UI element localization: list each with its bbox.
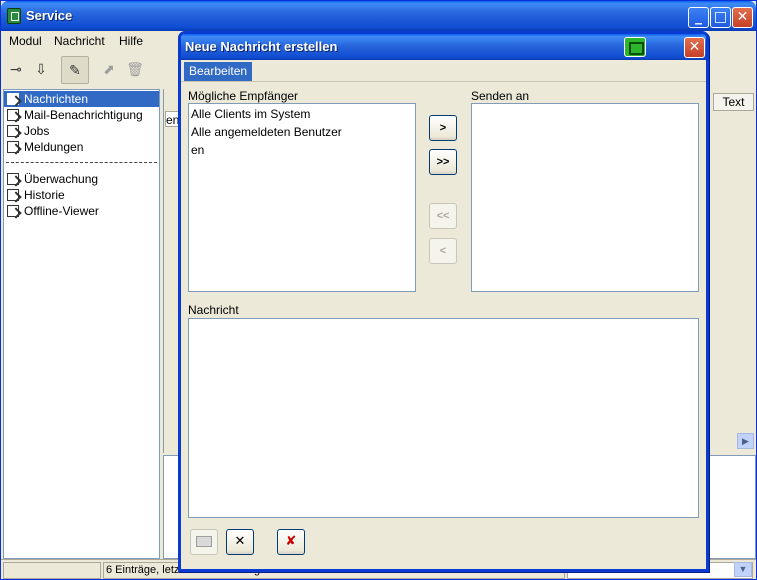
module-icon bbox=[7, 189, 19, 201]
send-to-label: Senden an bbox=[471, 89, 530, 103]
send-message-button[interactable] bbox=[190, 529, 218, 555]
tree-item-historie[interactable]: Historie bbox=[4, 187, 159, 203]
tree-item-nachrichten[interactable]: Nachrichten bbox=[4, 91, 159, 107]
tree-item-meldungen[interactable]: Meldungen bbox=[4, 139, 159, 155]
tree-item-mail[interactable]: Mail-Benachrichtigung bbox=[4, 107, 159, 123]
module-icon bbox=[7, 125, 19, 137]
cross-icon: ✕ bbox=[234, 534, 246, 549]
close-button[interactable]: ✕ bbox=[732, 7, 753, 28]
module-icon bbox=[7, 205, 19, 217]
delete-icon: ✘ bbox=[285, 534, 297, 549]
menu-nachricht[interactable]: Nachricht bbox=[54, 34, 105, 48]
remove-all-recipients-button[interactable]: << bbox=[429, 203, 457, 229]
app-icon bbox=[7, 8, 21, 24]
dialog-close-button[interactable]: ✕ bbox=[684, 37, 705, 58]
menu-modul[interactable]: Modul bbox=[9, 34, 42, 48]
download-icon[interactable]: ⇩ bbox=[30, 59, 52, 81]
list-item[interactable]: Alle Clients im System bbox=[191, 105, 310, 123]
scroll-right-icon[interactable]: ▶ bbox=[737, 433, 754, 449]
tree-separator bbox=[6, 162, 157, 163]
remove-recipient-button[interactable]: < bbox=[429, 238, 457, 264]
tree-item-jobs[interactable]: Jobs bbox=[4, 123, 159, 139]
table-cell: en bbox=[165, 111, 179, 127]
column-header-text[interactable]: Text bbox=[713, 93, 754, 111]
minimize-button[interactable]: _ bbox=[688, 7, 709, 28]
possible-recipients-label: Mögliche Empfänger bbox=[188, 89, 299, 103]
list-item[interactable]: en bbox=[191, 141, 204, 159]
discard-button[interactable]: ✘ bbox=[277, 529, 305, 555]
add-recipient-button[interactable]: > bbox=[429, 115, 457, 141]
menu-bearbeiten[interactable]: Bearbeiten bbox=[184, 62, 253, 81]
new-message-dialog: Neue Nachricht erstellen ✕ Bearbeiten Mö… bbox=[178, 31, 709, 572]
add-all-recipients-button[interactable]: >> bbox=[429, 149, 457, 175]
new-message-icon[interactable]: ✎ bbox=[61, 56, 89, 84]
tree-item-ueberwachung[interactable]: Überwachung bbox=[4, 171, 159, 187]
chevron-down-icon[interactable]: ▼ bbox=[734, 562, 752, 577]
tree-item-offline-viewer[interactable]: Offline-Viewer bbox=[4, 203, 159, 219]
possible-recipients-list[interactable]: Alle Clients im System Alle angemeldeten… bbox=[188, 103, 416, 292]
dialog-title: Neue Nachricht erstellen bbox=[185, 39, 338, 54]
title-bar[interactable]: Service _ □ ✕ bbox=[1, 1, 756, 31]
trash-icon[interactable]: 🗑 bbox=[124, 59, 146, 81]
print-icon[interactable] bbox=[624, 37, 646, 57]
dialog-menu-bar: Bearbeiten bbox=[181, 60, 706, 82]
send-icon bbox=[196, 536, 212, 547]
module-icon bbox=[7, 141, 19, 153]
maximize-button[interactable]: □ bbox=[710, 7, 731, 28]
message-label: Nachricht bbox=[188, 303, 239, 317]
module-icon bbox=[7, 173, 19, 185]
module-icon bbox=[7, 109, 19, 121]
module-icon bbox=[7, 93, 19, 105]
forward-icon[interactable]: ⬈ bbox=[98, 59, 120, 81]
send-to-list[interactable] bbox=[471, 103, 699, 292]
dialog-title-bar[interactable]: Neue Nachricht erstellen ✕ bbox=[181, 34, 706, 60]
pin-icon[interactable]: ⊸ bbox=[5, 59, 27, 81]
menu-hilfe[interactable]: Hilfe bbox=[119, 34, 143, 48]
status-cell-left bbox=[3, 562, 101, 579]
message-textarea[interactable] bbox=[188, 318, 699, 518]
module-tree: Nachrichten Mail-Benachrichtigung Jobs M… bbox=[3, 89, 160, 559]
window-title: Service bbox=[26, 8, 73, 23]
list-item[interactable]: Alle angemeldeten Benutzer bbox=[191, 123, 342, 141]
clear-button[interactable]: ✕ bbox=[226, 529, 254, 555]
